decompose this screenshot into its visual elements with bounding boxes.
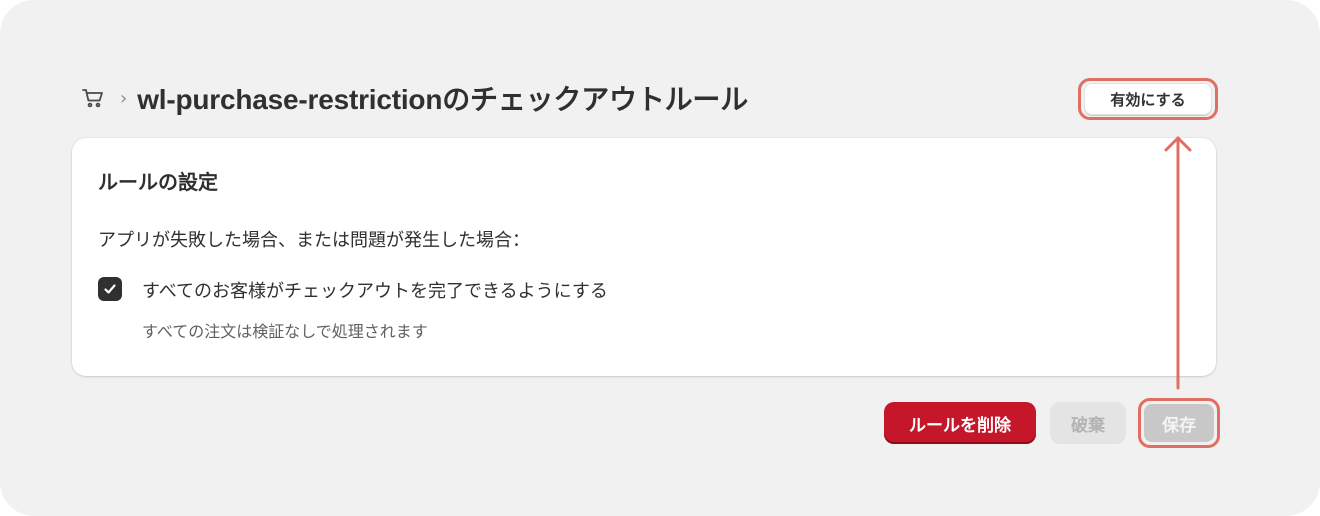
- enable-button[interactable]: 有効にする: [1084, 83, 1212, 115]
- discard-button[interactable]: 破棄: [1050, 402, 1126, 444]
- save-button-highlight: 保存: [1138, 398, 1220, 448]
- delete-rule-button[interactable]: ルールを削除: [884, 402, 1036, 444]
- cart-icon[interactable]: [80, 85, 106, 111]
- card-title: ルールの設定: [98, 170, 218, 194]
- allow-checkout-label[interactable]: すべてのお客様がチェックアウトを完了できるようにする: [142, 277, 608, 303]
- save-button[interactable]: 保存: [1144, 404, 1214, 442]
- allow-checkout-checkbox[interactable]: [98, 277, 122, 301]
- failure-question: アプリが失敗した場合、または問題が発生した場合：: [98, 230, 530, 251]
- breadcrumb-separator: ›: [120, 87, 128, 109]
- screenshot-frame: › wl-purchase-restrictionのチェックアウトルール 有効に…: [0, 0, 1320, 516]
- annotation-arrow-icon: [1164, 136, 1192, 390]
- allow-checkout-help: すべての注文は検証なしで処理されます: [142, 322, 428, 341]
- enable-button-highlight: 有効にする: [1078, 78, 1218, 120]
- checkmark-icon: [104, 284, 116, 294]
- rule-settings-card: ルールの設定 アプリが失敗した場合、または問題が発生した場合： すべてのお客様が…: [72, 138, 1216, 376]
- page-title: wl-purchase-restrictionのチェックアウトルール: [137, 84, 749, 115]
- page-header: › wl-purchase-restrictionのチェックアウトルール: [80, 78, 748, 118]
